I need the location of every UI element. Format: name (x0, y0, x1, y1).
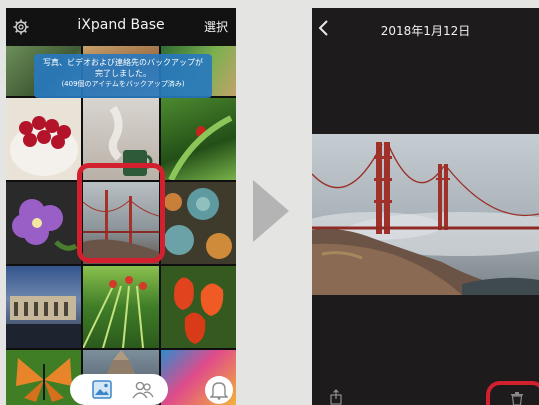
bell-icon (210, 382, 228, 400)
gallery-header: iXpand Base 選択 (6, 8, 236, 46)
photo-thumbnail[interactable] (161, 182, 236, 264)
photo-thumbnail[interactable] (6, 266, 81, 348)
delete-highlight (486, 381, 539, 405)
photo-date-title: 2018年1月12日 (380, 24, 471, 38)
gallery-screen: iXpand Base 選択 写真、ビデオおよび連絡先のバックアップが 完了しま… (6, 8, 236, 405)
backup-complete-banner: 写真、ビデオおよび連絡先のバックアップが 完了しました。 (409個のアイテムを… (34, 54, 212, 98)
banner-line-1: 写真、ビデオおよび連絡先のバックアップが (43, 58, 203, 67)
selected-photo-highlight (77, 163, 165, 263)
bottom-tab-bar (70, 374, 168, 405)
contacts-icon[interactable] (132, 380, 154, 399)
golden-gate-photo (312, 134, 539, 295)
photo-thumbnail[interactable] (83, 266, 159, 348)
photo-viewer-screen: 2018年1月12日 (312, 8, 539, 405)
photo-thumbnail[interactable] (6, 182, 81, 264)
notifications-button[interactable] (205, 376, 233, 404)
photo-thumbnail[interactable] (161, 98, 236, 180)
banner-line-3: (409個のアイテムをバックアップ済み) (61, 80, 185, 88)
tutorial-illustration: iXpand Base 選択 写真、ビデオおよび連絡先のバックアップが 完了しま… (0, 0, 539, 405)
photos-icon[interactable] (92, 380, 112, 399)
app-title: iXpand Base (77, 17, 165, 33)
photo-thumbnail[interactable] (6, 98, 81, 180)
share-icon[interactable] (330, 389, 342, 405)
banner-line-2: 完了しました。 (95, 69, 151, 78)
arrow-right-icon (253, 180, 289, 242)
select-button[interactable]: 選択 (204, 18, 228, 35)
photo-thumbnail[interactable] (161, 266, 236, 348)
photo-thumbnail[interactable] (6, 350, 81, 405)
